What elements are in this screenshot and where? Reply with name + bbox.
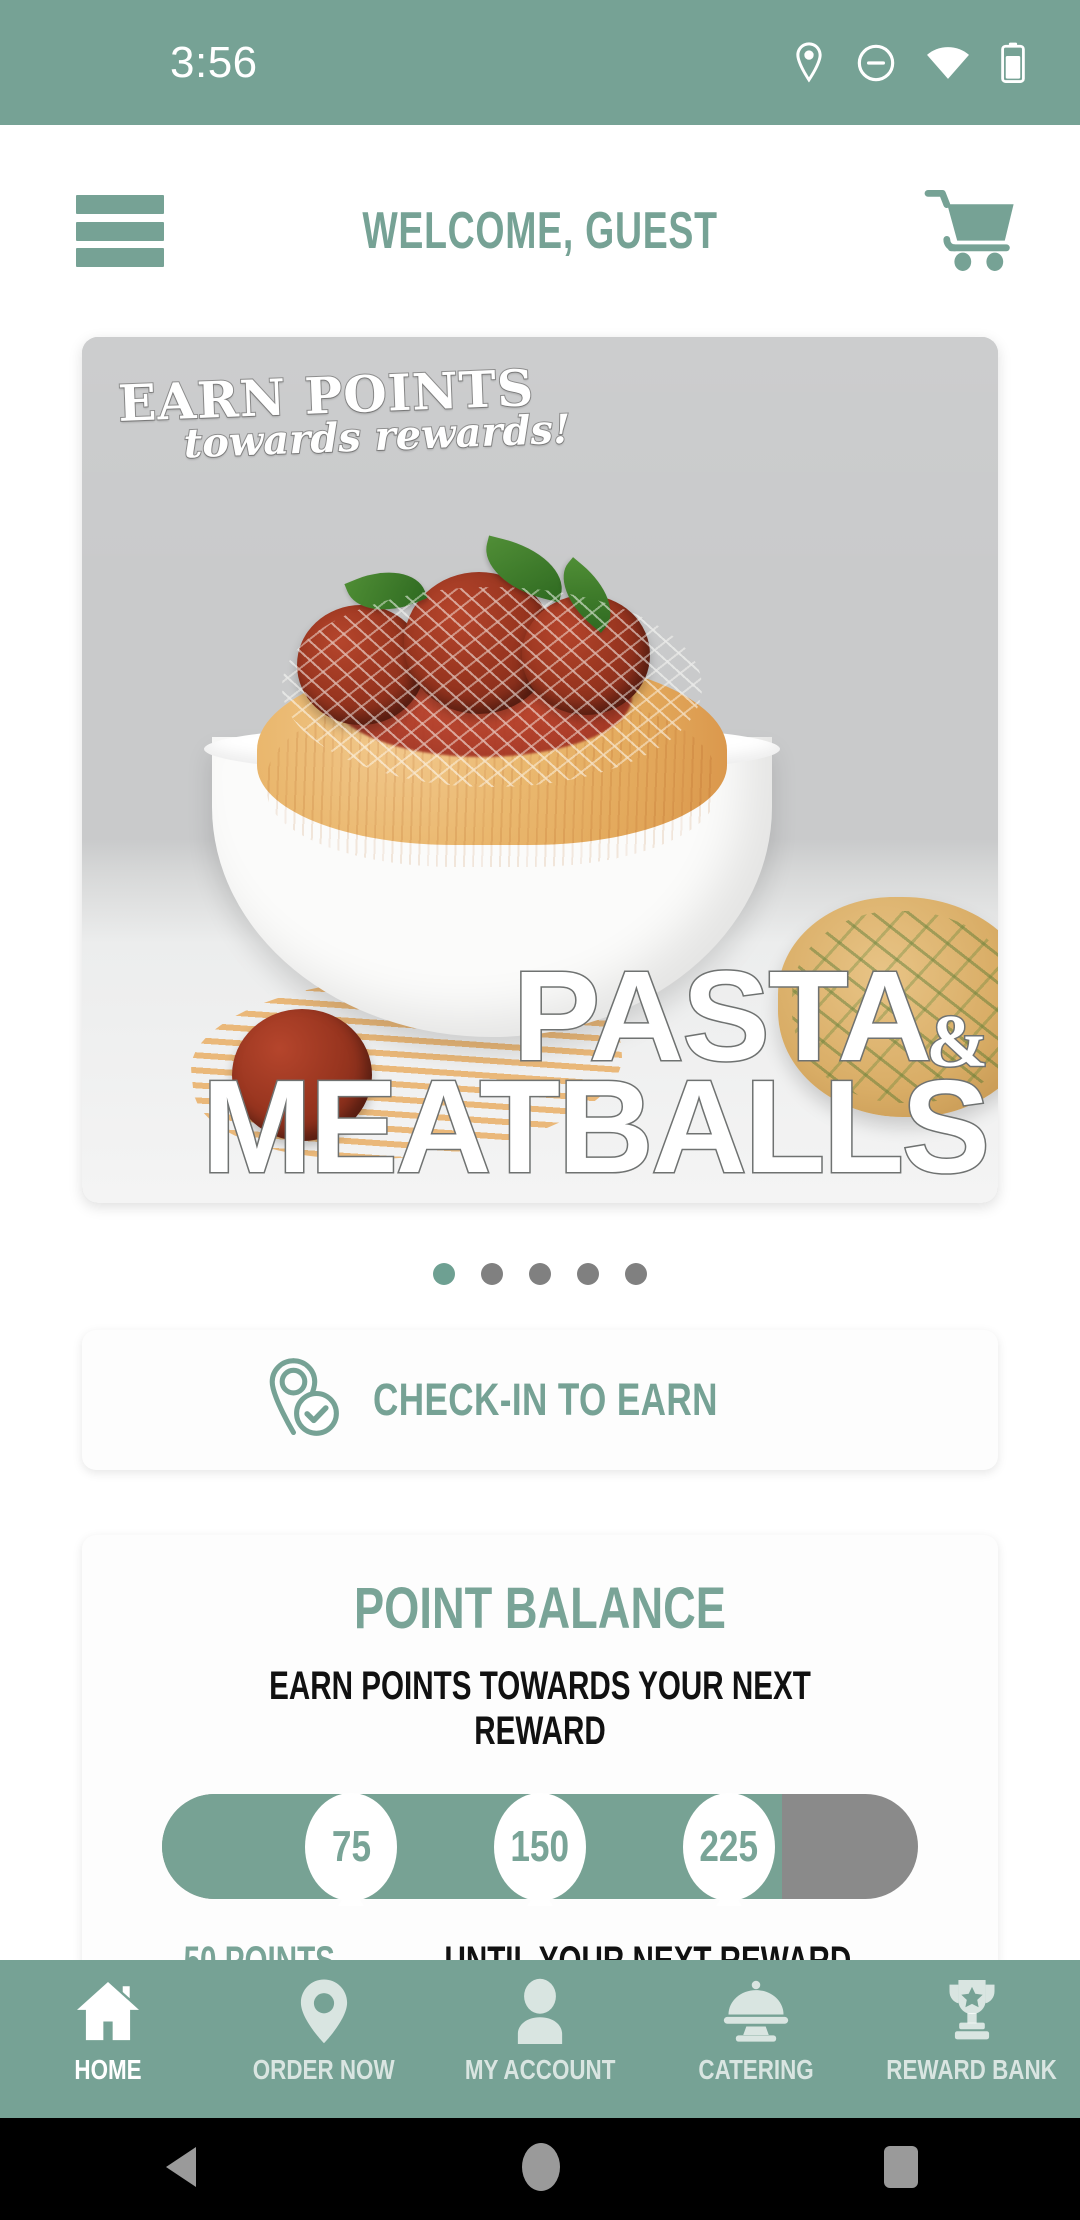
cloche-icon xyxy=(721,1976,791,2046)
bottom-navigation-bar: HOME ORDER NOW MY ACCOUNT CATERING REWAR… xyxy=(0,1960,1080,2118)
nav-label-catering: CATERING xyxy=(698,2054,814,2085)
hero-title-line1: PASTA xyxy=(511,945,933,1089)
milestone-value: 225 xyxy=(699,1821,759,1871)
nav-item-my-account[interactable]: MY ACCOUNT xyxy=(432,1976,648,2086)
carousel-pagination[interactable] xyxy=(0,1263,1080,1285)
location-pin-icon xyxy=(792,41,826,85)
hero-title-row-2: MEATBALLS xyxy=(200,1052,991,1200)
point-balance-subtitle: EARN POINTS TOWARDS YOUR NEXT REWARD xyxy=(269,1664,811,1753)
milestone-marker: 150 xyxy=(494,1792,586,1901)
status-bar-clock: 3:56 xyxy=(170,37,258,87)
nav-item-home[interactable]: HOME xyxy=(0,1976,216,2086)
milestone-marker: 75 xyxy=(305,1792,397,1901)
nav-item-order-now[interactable]: ORDER NOW xyxy=(216,1976,432,2086)
nav-item-catering[interactable]: CATERING xyxy=(648,1976,864,2086)
milestone-value: 150 xyxy=(510,1821,570,1871)
status-bar-icons xyxy=(792,41,1026,85)
check-in-to-earn-button[interactable]: CHECK-IN TO EARN xyxy=(82,1330,998,1470)
map-pin-icon xyxy=(298,1976,350,2046)
check-in-label: CHECK-IN TO EARN xyxy=(372,1374,718,1425)
carousel-dot-1[interactable] xyxy=(433,1263,455,1285)
carousel-dot-2[interactable] xyxy=(481,1263,503,1285)
hero-carousel-slide[interactable]: EARN POINTS towards rewards! PASTA& MEAT… xyxy=(82,337,998,1203)
milestone-pointer xyxy=(527,1886,553,1906)
hero-title-line2: MEATBALLS xyxy=(200,1052,991,1200)
point-balance-title: POINT BALANCE xyxy=(354,1576,726,1641)
back-triangle-icon[interactable] xyxy=(160,2145,200,2194)
points-progress-bar: 75 150 225 xyxy=(162,1792,918,1906)
milestone-pointer xyxy=(716,1886,742,1906)
status-bar: 3:56 xyxy=(0,0,1080,125)
nav-label-reward-bank: REWARD BANK xyxy=(886,2054,1058,2085)
nav-label-order-now: ORDER NOW xyxy=(253,2054,395,2085)
page-title: WELCOME, GUEST xyxy=(362,202,718,260)
person-icon xyxy=(512,1976,568,2046)
do-not-disturb-icon xyxy=(856,43,896,83)
trophy-icon xyxy=(942,1976,1002,2046)
home-circle-icon[interactable] xyxy=(520,2141,562,2198)
milestone-marker: 225 xyxy=(683,1792,775,1901)
hero-title: PASTA& MEATBALLS xyxy=(200,945,991,1200)
home-icon xyxy=(75,1976,141,2046)
nav-item-reward-bank[interactable]: REWARD BANK xyxy=(864,1976,1080,2086)
nav-label-home: HOME xyxy=(74,2054,142,2085)
map-pin-check-icon xyxy=(265,1356,343,1445)
battery-icon xyxy=(1000,42,1026,84)
hero-caption: EARN POINTS towards rewards! xyxy=(116,357,588,471)
nav-label-my-account: MY ACCOUNT xyxy=(464,2054,616,2085)
milestone-pointer xyxy=(338,1886,364,1906)
carousel-dot-5[interactable] xyxy=(625,1263,647,1285)
app-header: WELCOME, GUEST xyxy=(0,125,1080,337)
point-balance-card: POINT BALANCE EARN POINTS TOWARDS YOUR N… xyxy=(82,1535,998,1975)
android-navigation-bar xyxy=(0,2118,1080,2220)
shopping-cart-icon[interactable] xyxy=(924,187,1020,275)
carousel-dot-3[interactable] xyxy=(529,1263,551,1285)
wifi-icon xyxy=(926,46,970,80)
milestone-value: 75 xyxy=(331,1821,371,1871)
carousel-dot-4[interactable] xyxy=(577,1263,599,1285)
recents-square-icon[interactable] xyxy=(882,2144,920,2195)
